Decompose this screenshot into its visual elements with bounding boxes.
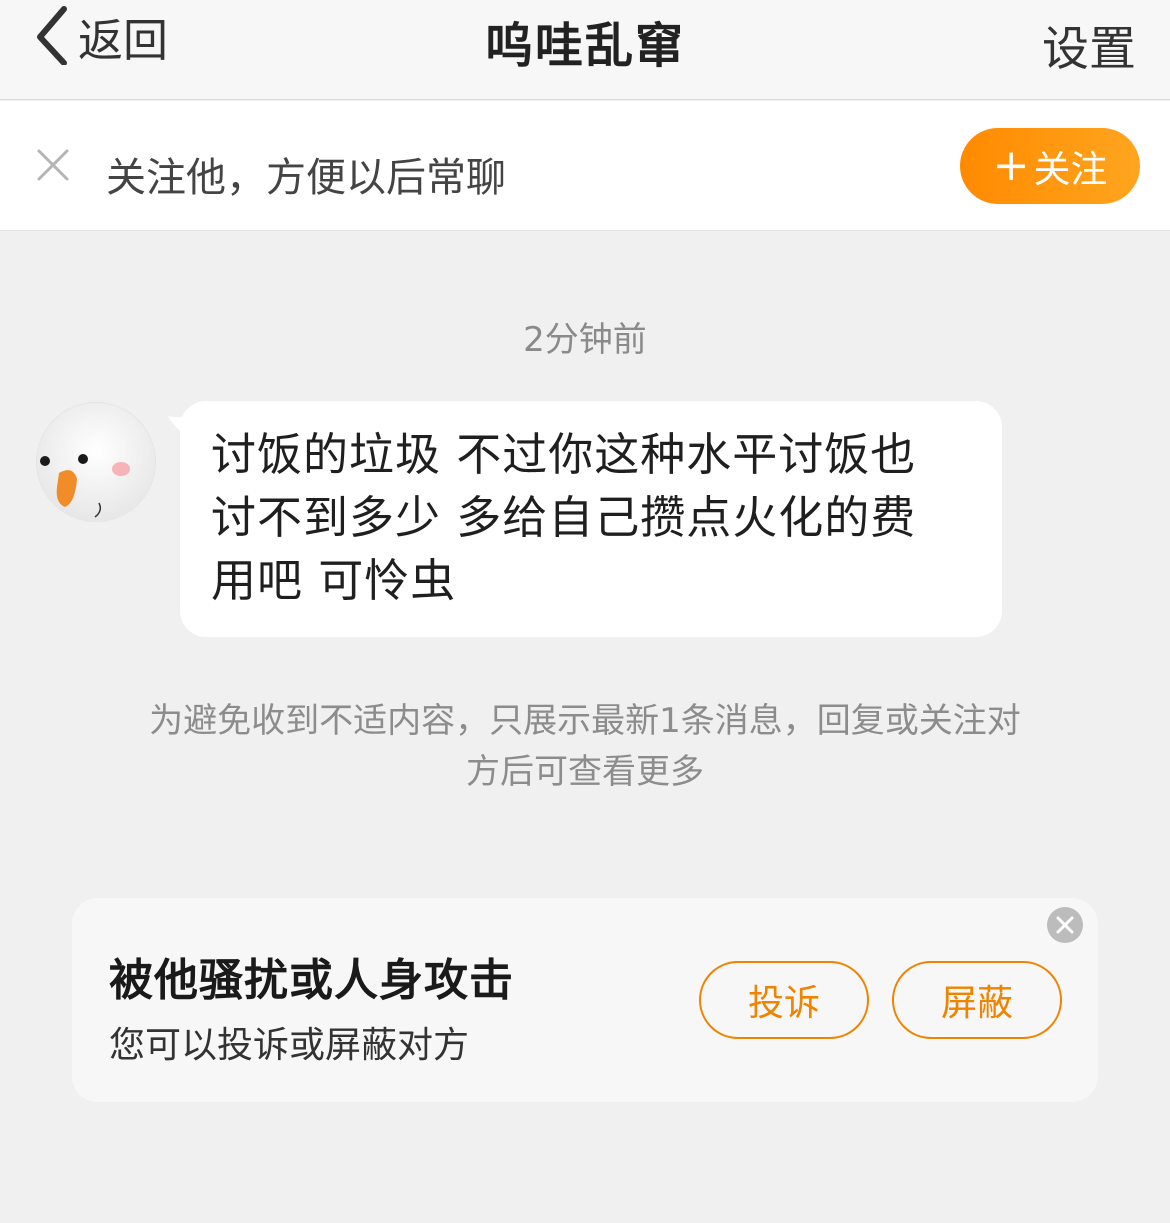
- avatar[interactable]: [36, 402, 156, 522]
- page-title: 呜哇乱窜: [484, 18, 685, 74]
- chat-page: 返回 呜哇乱窜 设置 关注他，方便以后常聊 + 关注 2分钟前 讨饭的垃圾 不过…: [0, 0, 1170, 1223]
- follow-button-label: 关注: [1033, 148, 1108, 191]
- message-line: 讨饭的垃圾 不过你这种水平讨饭也: [211, 428, 917, 481]
- report-button[interactable]: 投诉: [699, 961, 869, 1039]
- message-line: 讨不到多少 多给自己攒点火化的费: [211, 491, 917, 544]
- plus-icon: +: [992, 140, 1030, 191]
- notice-line: 方后可查看更多: [466, 752, 704, 792]
- message-bubble[interactable]: 讨饭的垃圾 不过你这种水平讨饭也 讨不到多少 多给自己攒点火化的费 用吧 可怜虫: [180, 401, 1002, 637]
- card-close-icon[interactable]: [1047, 907, 1083, 943]
- nav-bar: 返回 呜哇乱窜 设置: [0, 0, 1170, 100]
- follow-prompt-text: 关注他，方便以后常聊: [106, 155, 506, 201]
- snowman-avatar-image: [37, 403, 155, 521]
- notice-line: 为避免收到不适内容，只展示最新1条消息，回复或关注对: [149, 701, 1021, 741]
- follow-prompt-bar: 关注他，方便以后常聊 + 关注: [0, 101, 1170, 231]
- card-title: 被他骚扰或人身攻击: [109, 955, 514, 1006]
- harassment-card: 被他骚扰或人身攻击 您可以投诉或屏蔽对方 投诉 屏蔽: [72, 898, 1098, 1102]
- card-subtitle: 您可以投诉或屏蔽对方: [109, 1025, 470, 1066]
- message-line: 用吧 可怜虫: [211, 554, 457, 607]
- message-timestamp: 2分钟前: [523, 320, 647, 360]
- close-icon[interactable]: [36, 148, 70, 182]
- settings-button[interactable]: 设置: [1042, 10, 1136, 79]
- limited-messages-notice: 为避免收到不适内容，只展示最新1条消息，回复或关注对 方后可查看更多: [90, 696, 1080, 798]
- follow-button[interactable]: + 关注: [960, 128, 1140, 204]
- block-button[interactable]: 屏蔽: [892, 961, 1062, 1039]
